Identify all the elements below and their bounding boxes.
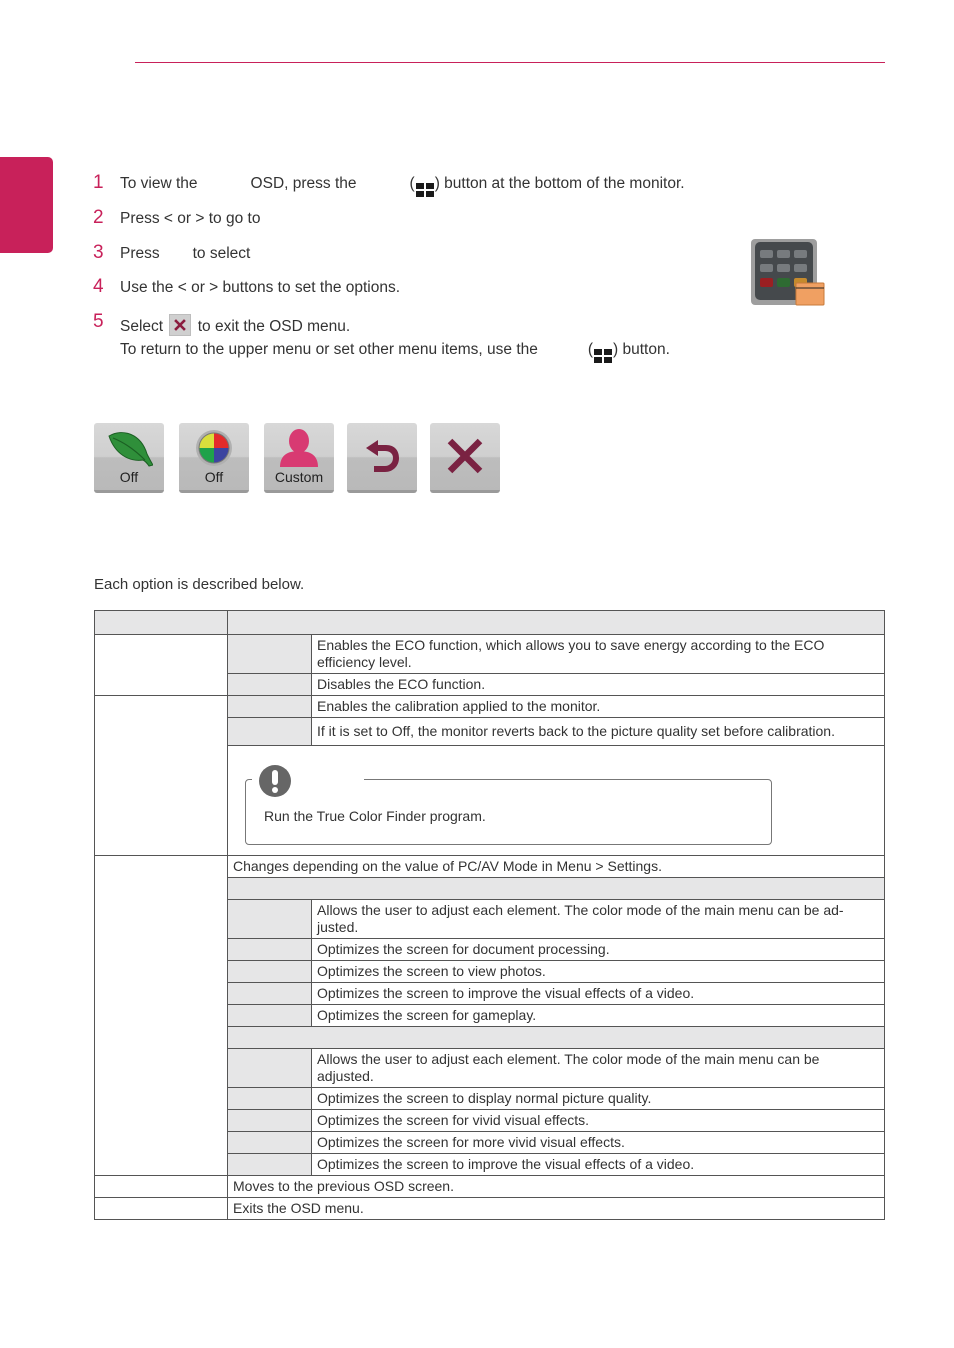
description-cell: Enables the calibration applied to the m…: [311, 695, 885, 718]
table-row: Enables the calibration applied to the m…: [94, 695, 885, 856]
exit-name-cell: [94, 1197, 228, 1220]
back-osd-button[interactable]: [347, 423, 417, 493]
table-header-row: [94, 610, 885, 635]
eco-osd-button[interactable]: Off: [94, 423, 164, 493]
option-cell: [227, 1004, 312, 1027]
step-text: ) button.: [613, 341, 670, 358]
description-cell: Optimizes the screen to improve the visu…: [311, 982, 885, 1005]
note-cell: Run the True Color Finder program.: [227, 745, 885, 856]
option-cell: [227, 938, 312, 961]
option-cell: [227, 695, 312, 718]
option-cell: [227, 634, 312, 674]
step-text: to select: [192, 245, 251, 262]
option-cell: [227, 982, 312, 1005]
close-x-icon: [447, 438, 483, 474]
description-cell: Disables the ECO function.: [311, 673, 885, 696]
description-cell: Optimizes the screen to improve the visu…: [311, 1153, 885, 1176]
step-text: OSD, press the: [250, 175, 357, 192]
description-cell: Optimizes the screen to view photos.: [311, 960, 885, 983]
exit-osd-button[interactable]: [430, 423, 500, 493]
step-number: 5: [93, 311, 104, 332]
step-text: Use the < or > buttons to set the option…: [120, 279, 401, 296]
step-text: Select: [120, 318, 164, 335]
step-number: 4: [93, 276, 104, 297]
step-text: Press: [120, 245, 160, 262]
calibration-osd-label: Off: [204, 469, 224, 485]
step-text: to exit the OSD menu.: [197, 318, 351, 335]
exclamation-icon: [259, 765, 291, 797]
description-cell: Moves to the previous OSD screen.: [227, 1175, 885, 1198]
keypad-folder-icon: [751, 239, 825, 306]
subheader-cell: [227, 877, 885, 900]
section-tab: [0, 157, 53, 253]
options-table: Enables the ECO function, which allows y…: [94, 610, 885, 1220]
eco-osd-label: Off: [119, 469, 139, 485]
option-cell: [227, 1131, 312, 1154]
eco-name-cell: [94, 634, 228, 696]
table-row: Moves to the previous OSD screen.: [94, 1175, 885, 1198]
option-cell: [227, 960, 312, 983]
note-text: Run the True Color Finder program.: [264, 808, 486, 824]
color-wheel-icon: [196, 430, 232, 466]
exit-x-icon: [169, 314, 192, 336]
option-cell: [227, 1153, 312, 1176]
description-cell: Optimizes the screen to display normal p…: [311, 1087, 885, 1110]
table-row: Enables the ECO function, which allows y…: [94, 634, 885, 696]
option-cell: [227, 1109, 312, 1132]
description-cell: Enables the ECO function, which allows y…: [311, 634, 885, 674]
option-cell: [227, 899, 312, 939]
calibration-name-cell: [94, 695, 228, 856]
option-cell: [227, 1087, 312, 1110]
description-cell: Optimizes the screen for more vivid visu…: [311, 1131, 885, 1154]
picture-mode-osd-button[interactable]: Custom: [264, 423, 334, 493]
step-number: 1: [93, 172, 104, 193]
table-row: Exits the OSD menu.: [94, 1197, 885, 1220]
menu-button-icon: [415, 183, 434, 197]
user-profile-icon: [280, 429, 318, 467]
leaf-eco-icon: [108, 432, 153, 467]
picture-mode-name-cell: [94, 855, 228, 1176]
step-number: 2: [93, 207, 104, 228]
step-text: ) button at the bottom of the monitor.: [434, 175, 685, 192]
table-row: Changes depending on the value of PC/AV …: [94, 855, 885, 1176]
step-text: Press < or > to go to: [120, 210, 261, 227]
description-cell: Optimizes the screen for gameplay.: [311, 1004, 885, 1027]
calibration-osd-button[interactable]: Off: [179, 423, 249, 493]
description-cell: Allows the user to adjust each element. …: [311, 899, 885, 939]
menu-button-icon: [594, 349, 613, 363]
back-arrow-icon: [366, 440, 399, 472]
intro-text: Each option is described below.: [94, 576, 305, 593]
subheader-cell: [227, 1026, 885, 1049]
description-cell: Exits the OSD menu.: [227, 1197, 885, 1220]
option-cell: [227, 1048, 312, 1088]
description-cell: Allows the user to adjust each element. …: [311, 1048, 885, 1088]
step-text: To return to the upper menu or set other…: [120, 341, 538, 358]
step-number: 3: [93, 242, 104, 263]
header-cell: [94, 610, 228, 635]
back-name-cell: [94, 1175, 228, 1198]
header-cell: [227, 610, 885, 635]
option-cell: [227, 673, 312, 696]
description-cell: Changes depending on the value of PC/AV …: [227, 855, 885, 878]
picture-mode-osd-label: Custom: [274, 469, 324, 485]
description-cell: If it is set to Off, the monitor reverts…: [311, 717, 885, 746]
option-cell: [227, 717, 312, 746]
description-cell: Optimizes the screen for document proces…: [311, 938, 885, 961]
description-cell: Optimizes the screen for vivid visual ef…: [311, 1109, 885, 1132]
step-text: To view the: [120, 175, 198, 192]
header-rule: [135, 62, 885, 63]
